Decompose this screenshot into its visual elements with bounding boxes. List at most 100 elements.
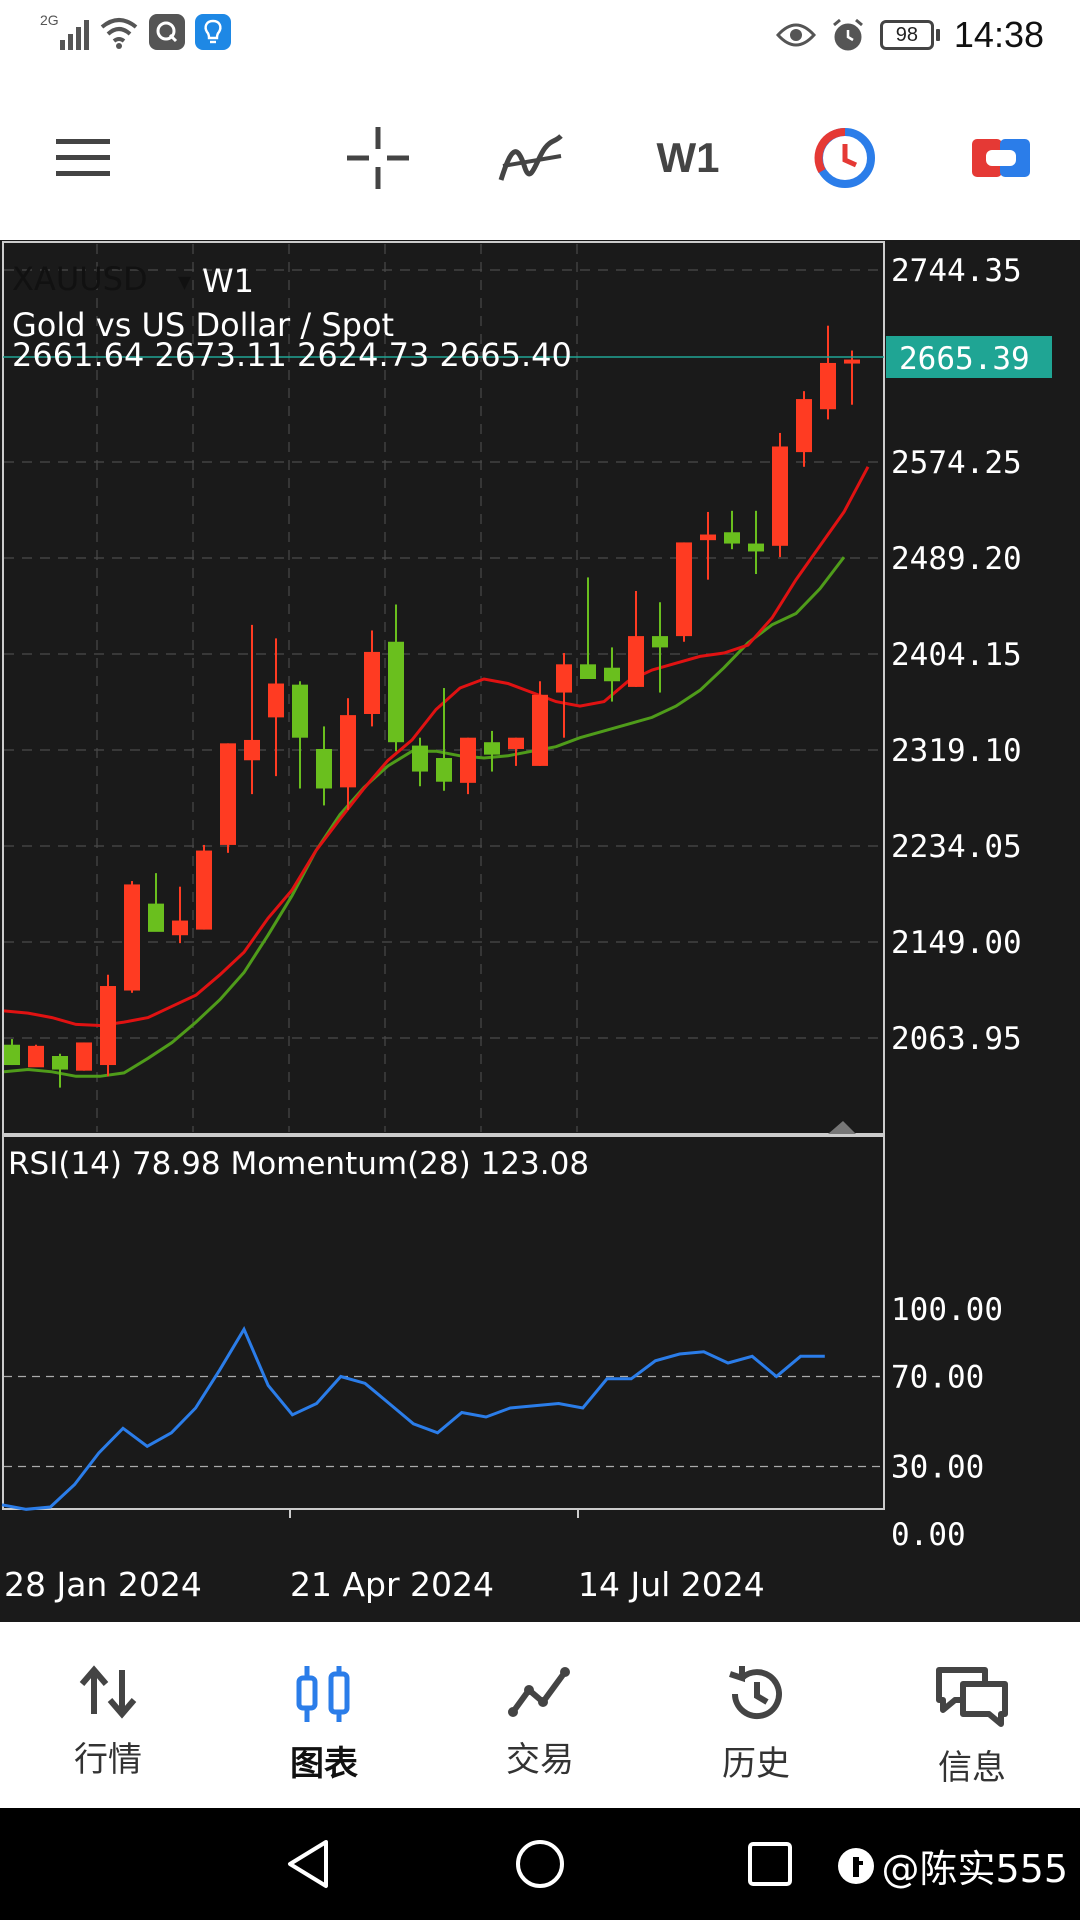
- indicator-panel-border: [2, 1135, 885, 1510]
- candle-body: [556, 664, 572, 693]
- candle-body: [292, 684, 308, 738]
- candle-body: [508, 737, 524, 749]
- candle-body: [412, 745, 428, 772]
- candle-body: [28, 1045, 44, 1068]
- price-axis-label: 2404.15: [891, 637, 1022, 673]
- candle-body: [220, 743, 236, 845]
- watermark: @陈实555: [837, 1838, 1068, 1893]
- nav-item-history[interactable]: 历史: [648, 1622, 864, 1808]
- date-axis-label: 28 Jan 2024: [4, 1565, 202, 1604]
- candles: [4, 325, 860, 1088]
- price-axis-label: 2234.05: [891, 829, 1022, 865]
- candle-body: [388, 641, 404, 743]
- alarm-icon: [832, 18, 863, 51]
- timeframe-label: W1: [656, 134, 720, 181]
- trade-line-icon: [508, 1667, 570, 1717]
- candle-body: [124, 884, 140, 991]
- price-axis-label: 2149.00: [891, 925, 1022, 961]
- price-axis-label: 2063.95: [891, 1021, 1022, 1057]
- candle-body: [676, 542, 692, 637]
- candle-body: [364, 651, 380, 714]
- indicators-icon: [498, 134, 563, 181]
- history-clock-icon: [729, 1666, 782, 1720]
- candle-body: [628, 636, 644, 687]
- candle-body: [76, 1042, 92, 1071]
- candle-body: [172, 920, 188, 936]
- current-price-label: 2665.39: [899, 341, 1030, 377]
- candle-body: [796, 399, 812, 453]
- douyin-logo-icon: [838, 1847, 875, 1884]
- candle-body: [148, 903, 164, 932]
- messages-icon: [936, 1667, 1008, 1727]
- chart-timeframe-label: W1: [202, 262, 254, 300]
- candle-body: [652, 636, 668, 648]
- nav-item-label: 信息: [938, 1748, 1006, 1788]
- quotes-arrows-icon: [79, 1665, 137, 1719]
- symbol-label[interactable]: XAUUSD: [12, 260, 148, 298]
- candle-body: [52, 1056, 68, 1070]
- bottom-nav: 行情 图表 交易 历史 信息: [0, 1622, 1080, 1808]
- indicators-button[interactable]: [494, 120, 570, 196]
- candle-body: [340, 715, 356, 788]
- trade-toggle-button[interactable]: [968, 120, 1034, 196]
- home-button[interactable]: [512, 1836, 568, 1892]
- back-button[interactable]: [280, 1836, 336, 1892]
- ma-slow-line: [3, 556, 846, 1078]
- app-icon: [149, 14, 185, 50]
- candle-body: [748, 543, 764, 552]
- rsi-axis: 100.00 70.00 30.00 0.00: [891, 1292, 1003, 1553]
- status-bar: 2G 98 14:38: [0, 0, 1080, 80]
- candle-body: [460, 737, 476, 783]
- status-right: 98 14:38: [775, 14, 1044, 56]
- rsi-axis-label: 30.00: [891, 1450, 984, 1486]
- date-axis-label: 14 Jul 2024: [578, 1565, 765, 1604]
- candle-body: [820, 362, 836, 410]
- rsi-axis-label: 70.00: [891, 1360, 984, 1396]
- battery-level: 98: [879, 20, 934, 50]
- eye-icon: [775, 23, 816, 47]
- nav-item-label: 历史: [722, 1744, 790, 1784]
- price-chart[interactable]: XAUUSD ▾ W1 Gold vs US Dollar / Spot 266…: [0, 240, 1080, 1622]
- candle-body: [580, 664, 596, 680]
- chart-area[interactable]: XAUUSD ▾ W1 Gold vs US Dollar / Spot 266…: [0, 240, 1080, 1622]
- chart-toolbar: W1: [0, 80, 1080, 240]
- timeframe-button[interactable]: W1: [650, 120, 726, 196]
- rsi-series: [1, 1326, 825, 1511]
- system-nav-bar: @陈实555: [0, 1808, 1080, 1920]
- crosshair-button[interactable]: [340, 120, 416, 196]
- status-left: 2G: [40, 12, 231, 50]
- candle-body: [268, 683, 284, 718]
- date-axis-label: 21 Apr 2024: [290, 1565, 494, 1604]
- battery-icon: 98: [879, 20, 940, 50]
- candle-body: [700, 534, 716, 541]
- candle-body: [772, 446, 788, 546]
- menu-button[interactable]: [44, 120, 124, 196]
- candle-body: [316, 748, 332, 789]
- trade-clock-button[interactable]: [812, 120, 878, 196]
- price-axis-label: 2489.20: [891, 541, 1022, 577]
- price-axis-label: 2744.35: [891, 253, 1022, 289]
- candle-body: [532, 694, 548, 766]
- indicator-title: RSI(14) 78.98 Momentum(28) 123.08: [8, 1146, 589, 1182]
- candle-body: [196, 850, 212, 930]
- nav-item-chart[interactable]: 图表: [216, 1622, 432, 1808]
- trade-clock-icon: [814, 127, 875, 188]
- candle-body: [244, 739, 260, 761]
- nav-item-label: 交易: [506, 1740, 574, 1780]
- bulb-icon: [195, 14, 231, 50]
- candle-body: [100, 986, 116, 1066]
- watermark-text: @陈实555: [881, 1847, 1068, 1891]
- menu-icon: [56, 139, 110, 176]
- nav-item-messages[interactable]: 信息: [864, 1622, 1080, 1808]
- nav-item-trade[interactable]: 交易: [432, 1622, 648, 1808]
- clock: 14:38: [953, 14, 1044, 55]
- price-axis-label: 2574.25: [891, 445, 1022, 481]
- recents-button[interactable]: [742, 1836, 798, 1892]
- symbol-dropdown-icon[interactable]: ▾: [178, 267, 191, 297]
- panel-resize-handle[interactable]: [828, 1121, 856, 1134]
- rsi-line: [1, 1326, 825, 1511]
- candle-body: [436, 758, 452, 782]
- nav-item-quotes[interactable]: 行情: [0, 1622, 216, 1808]
- price-axis-label: 2319.10: [891, 733, 1022, 769]
- signal-icon: 2G: [40, 12, 89, 50]
